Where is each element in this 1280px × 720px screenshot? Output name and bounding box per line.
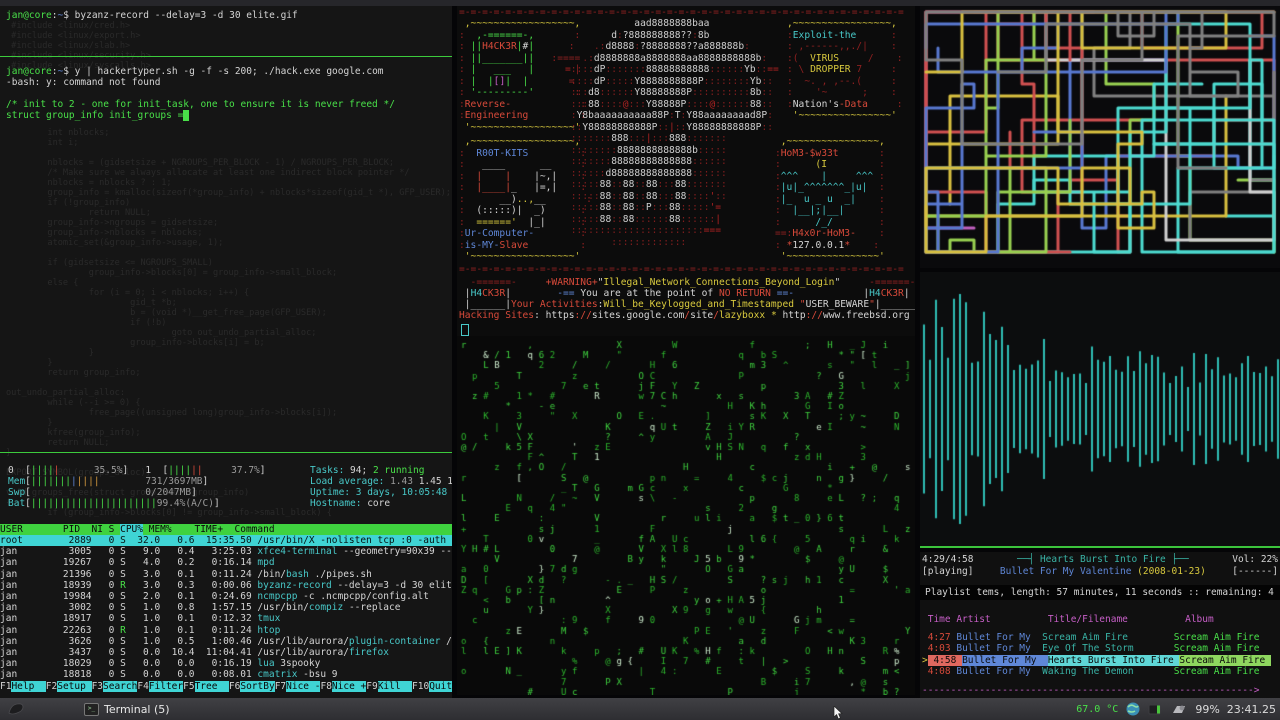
process-row[interactable]: jan 18917 0 S 1.0 0.1 0:12.32 tmux — [0, 613, 452, 624]
clock[interactable]: 23:41.25 — [1227, 703, 1276, 716]
fkey-sortby[interactable]: F6SortBy — [229, 681, 275, 692]
shell-command-hackertyper: jan@core:~$ y | hackertyper.sh -g -f -s … — [6, 66, 384, 77]
htop-mem-meter: Mem[|||||||||||| 731/3697MB] — [8, 476, 209, 487]
process-row[interactable]: jan 18939 0 R 3.0 0.3 0:00.06 byzanz-rec… — [0, 580, 452, 591]
audio-visualizer-pane[interactable] — [920, 272, 1280, 548]
warning-line-1: -======- +WARNING+"Illegal_Network_Conne… — [459, 277, 915, 288]
player-state: [playing] — [922, 566, 974, 577]
shell-error: -bash: y: command not found — [6, 77, 161, 88]
fkey-nice-[interactable]: F8Nice + — [320, 681, 367, 692]
ghost-code-includes: #include <linux/cred.h> #include <linux/… — [11, 21, 151, 71]
mouse-cursor — [833, 706, 843, 720]
typed-code-comment: /* init to 2 - one for init_task, one to… — [6, 99, 395, 110]
taskbar-window-label: Terminal (5) — [104, 702, 170, 716]
pipes-canvas — [920, 6, 1280, 268]
process-row[interactable]: jan 3002 0 S 1.0 0.8 1:57.15 /usr/bin/co… — [0, 602, 452, 613]
process-row[interactable]: root 2889 0 S 32.0 0.6 15:35.50 /usr/bin… — [0, 535, 452, 547]
playlist-stats: Playlist tems, length: 57 minutes, 11 se… — [920, 585, 1280, 600]
htop-process-list: root 2889 0 S 32.0 0.6 15:35.50 /usr/bin… — [0, 535, 452, 680]
playlist-row[interactable]: 4:08 Bullet For My Waking The Demon Scre… — [922, 666, 1271, 677]
playlist: 4:27 Bullet For My Scream Aim Fire Screa… — [922, 632, 1271, 678]
htop-function-key-bar: F1Help F2Setup F3SearchF4FilterF5Tree F6… — [0, 681, 452, 692]
network-globe-icon[interactable] — [1125, 701, 1141, 717]
playlist-scroll-indicator[interactable]: ----------------------------------------… — [922, 685, 1259, 696]
system-tray[interactable]: 67.0 °C 99% 23:41.25 — [1076, 698, 1276, 720]
track-elapsed-time: 4:29/4:58 — [922, 554, 974, 565]
warning-hacking-sites: Hacking Sites: https://sites.google.com/… — [459, 310, 910, 321]
volume-label[interactable]: Vol: 22% — [1232, 554, 1278, 565]
pipes-pane[interactable] — [920, 6, 1280, 268]
fkey-help[interactable]: F1Help — [0, 681, 46, 692]
htop-uptime: Uptime: 3 days, 10:05:48 — [310, 487, 448, 498]
visualizer-canvas — [920, 272, 1280, 546]
process-row[interactable]: jan 18029 0 S 0.0 0.0 0:16.19 lua 3spook… — [0, 658, 452, 669]
terminal-pane-left[interactable]: jan@core:~$ byzanz-record --delay=3 -d 3… — [0, 6, 452, 698]
cmatrix-pane[interactable] — [457, 336, 915, 695]
terminal-window-icon: >_ — [84, 702, 99, 716]
art-border-bottom: =-=-=-=-=-=-=-=-=-=-=-=-=-=-=-=-=-=-=-=-… — [459, 264, 904, 275]
process-row[interactable]: jan 22263 0 R 1.0 0.1 0:11.24 htop — [0, 625, 452, 636]
playlist-column-header[interactable]: Time Artist Title/Filename Album — [922, 614, 1214, 625]
fkey-search[interactable]: F3Search — [92, 681, 138, 692]
fkey-filter[interactable]: F4Filter — [137, 681, 184, 692]
htop-hostname: Hostname: core — [310, 498, 391, 509]
htop-tasks: Tasks: 94; 2 running — [310, 465, 425, 476]
playlist-row[interactable]: 4:27 Bullet For My Scream Aim Fire Screa… — [922, 632, 1271, 643]
htop-swap-meter: Swp[ 0/2047MB] — [8, 487, 197, 498]
taskbar-window-button[interactable]: >_ Terminal (5) — [78, 700, 176, 718]
taskbar[interactable]: >_ Terminal (5) 67.0 °C 99% 23:41.25 — [0, 698, 1280, 720]
htop-column-header[interactable]: USER PID NI S CPU% MEM% TIME+ Command — [0, 524, 452, 535]
mixer-settings-icon[interactable] — [1171, 701, 1188, 717]
tmux-pane-border[interactable] — [0, 452, 452, 453]
warning-line-2: |H4CK3R| -== You are at the point of NO … — [459, 288, 910, 299]
tmux-pane-border[interactable] — [0, 56, 452, 57]
now-playing-artist: Bullet For My Valentine (2008-01-23) — [999, 566, 1206, 577]
fkey-kill[interactable]: F9Kill — [366, 681, 413, 692]
now-playing-title: ──┤ Hearts Burst Into Fire ├── — [1017, 554, 1189, 565]
volume-bar[interactable]: [------] — [1232, 566, 1278, 577]
ghost-code-kernel: int nblocks; int i; nblocks = (gidsetsiz… — [6, 128, 451, 518]
process-row[interactable]: jan 19267 0 S 4.0 0.2 0:16.14 mpd — [0, 557, 452, 568]
process-row[interactable]: jan 19984 0 S 2.0 0.1 0:24.69 ncmpcpp -c… — [0, 591, 452, 602]
hacker-art-pane[interactable]: =-=-=-=-=-=-=-=-=-=-=-=-=-=-=-=-=-=-=-=-… — [457, 6, 915, 336]
fkey-setup[interactable]: F2Setup — [46, 681, 92, 692]
shell-command-byzanz: jan@core:~$ byzanz-record --delay=3 -d 3… — [6, 10, 298, 21]
art-box-virus-dropper: ,~~~~~~~~~~~~~~~~~,:Exploit-the :: ,----… — [787, 18, 903, 121]
music-player-pane[interactable]: 4:29/4:58 ──┤ Hearts Burst Into Fire ├──… — [920, 552, 1280, 698]
terminal-cursor — [461, 324, 469, 336]
process-row[interactable]: jan 3005 0 S 9.0 0.4 3:25.03 xfce4-termi… — [0, 546, 452, 557]
battery-percentage: 99% — [1195, 702, 1220, 716]
playlist-row[interactable]: 4:03 Bullet For My Eye Of The Storm Scre… — [922, 643, 1271, 654]
fkey-quit[interactable]: F10Quit — [412, 681, 452, 692]
htop-cpu-meters: 0 [||||| 35.5%] 1 [|||||| 37.7%] — [8, 465, 266, 476]
warning-line-3: |______|Your Activities:Will_be_Keylogge… — [459, 299, 915, 310]
applications-menu-icon[interactable] — [6, 701, 26, 717]
process-row[interactable]: jan 21396 0 S 3.0 0.1 0:11.24 /bin/bash … — [0, 569, 452, 580]
htop-load-average: Load average: 1.43 1.45 1.15 — [310, 476, 452, 487]
process-row[interactable]: jan 18818 0 S 0.0 0.0 0:08.01 cmatrix -b… — [0, 669, 452, 680]
matrix-rain-canvas — [457, 336, 915, 695]
typed-code-line: struct group_info init_groups = — [6, 110, 190, 121]
htop-battery-meter: Bat[||||||||||||||||||||||99.4%(A/C)] — [8, 498, 220, 509]
process-row[interactable]: jan 3437 0 S 0.0 10.4 11:04.41 /usr/lib/… — [0, 647, 452, 658]
art-border-top: =-=-=-=-=-=-=-=-=-=-=-=-=-=-=-=-=-=-=-=-… — [459, 7, 904, 18]
fkey-tree[interactable]: F5Tree — [183, 681, 229, 692]
playlist-row[interactable]: > 4:58 Bullet For My Hearts Burst Into F… — [922, 654, 1271, 666]
battery-icon[interactable] — [1148, 701, 1164, 717]
cpu-temp-indicator: 67.0 °C — [1076, 703, 1119, 715]
art-skull: aad8888888baa d:?888888888??:8b .:d8888:… — [565, 18, 779, 248]
art-box-hom3: ,~~~~~~~~~~~~~~~~,:HoM3-$w33t :: (I ::^^… — [775, 136, 885, 262]
fkey-nice-[interactable]: F7Nice - — [275, 681, 321, 692]
process-row[interactable]: jan 3626 0 S 1.0 0.5 1:00.46 /usr/lib/au… — [0, 636, 452, 647]
